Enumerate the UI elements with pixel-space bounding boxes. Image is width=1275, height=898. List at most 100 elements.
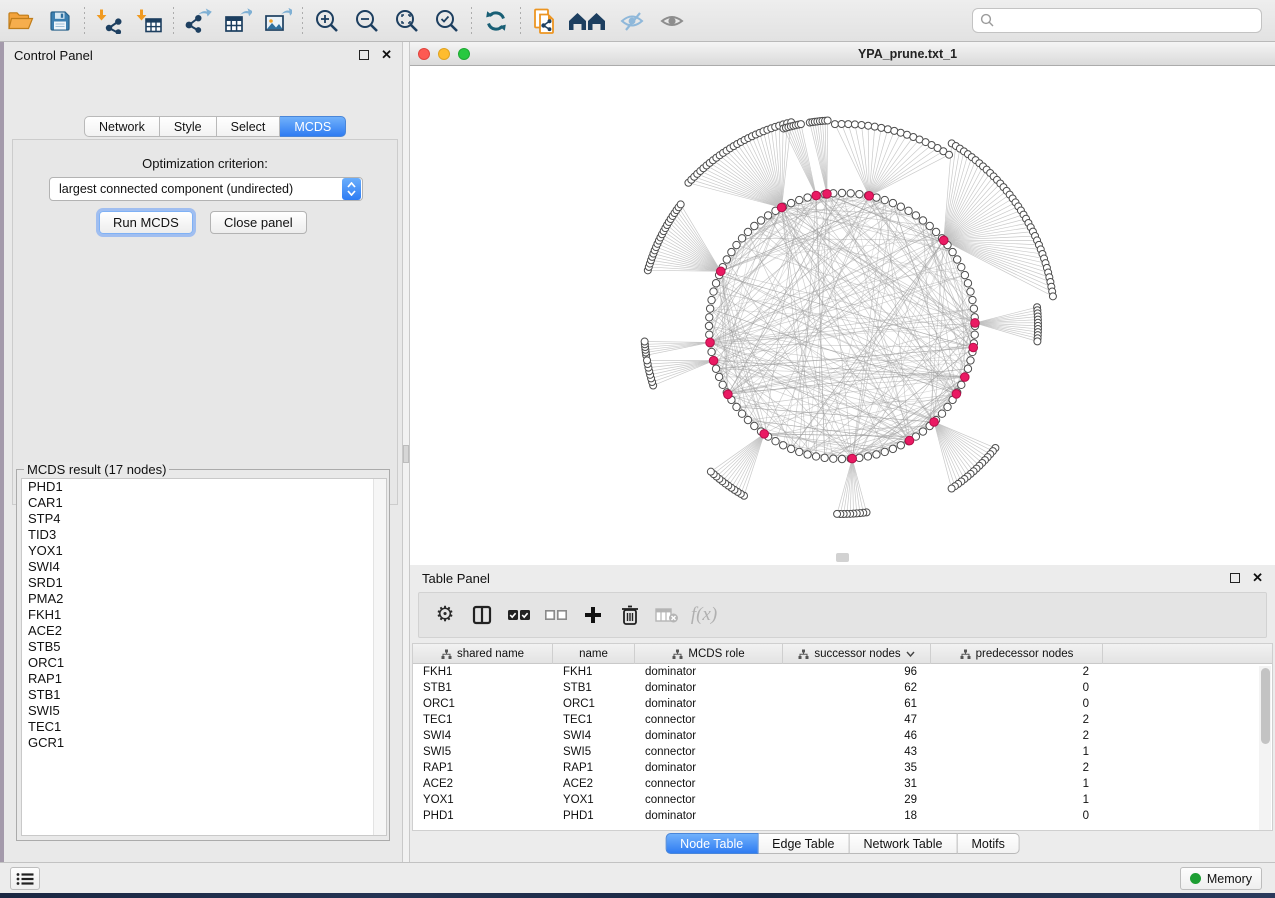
- graph-node[interactable]: [707, 468, 714, 475]
- cell-MCDS-role[interactable]: dominator: [635, 762, 783, 774]
- graph-node[interactable]: [677, 201, 684, 208]
- graph-node[interactable]: [881, 448, 888, 455]
- graph-node[interactable]: [932, 228, 939, 235]
- cell-name[interactable]: SWI5: [553, 746, 635, 758]
- graph-node[interactable]: [834, 510, 841, 517]
- optimization-criterion-select[interactable]: largest connected component (undirected): [49, 177, 363, 201]
- graph-node[interactable]: [919, 428, 926, 435]
- refresh-view-icon[interactable]: [476, 5, 516, 37]
- graph-node[interactable]: [1049, 293, 1056, 300]
- graph-node[interactable]: [751, 222, 758, 229]
- table-row[interactable]: PHD1PHD1dominator180: [413, 808, 1272, 824]
- graph-node[interactable]: [821, 454, 828, 461]
- graph-node[interactable]: [733, 403, 740, 410]
- graph-dominator-node[interactable]: [969, 343, 978, 352]
- graph-node[interactable]: [772, 437, 779, 444]
- cell-successor-nodes[interactable]: 62: [783, 682, 931, 694]
- table-row[interactable]: ORC1ORC1dominator610: [413, 696, 1272, 712]
- tab-edge-table[interactable]: Edge Table: [758, 833, 849, 854]
- table-row[interactable]: SWI4SWI4dominator462: [413, 728, 1272, 744]
- graph-node[interactable]: [706, 331, 713, 338]
- result-node-item[interactable]: ORC1: [22, 655, 386, 671]
- graph-node[interactable]: [912, 212, 919, 219]
- cell-shared-name[interactable]: ORC1: [413, 698, 553, 710]
- tab-mcds[interactable]: MCDS: [280, 116, 346, 137]
- memory-button[interactable]: Memory: [1180, 867, 1262, 890]
- network-canvas[interactable]: [410, 66, 1275, 565]
- save-session-icon[interactable]: [40, 5, 80, 37]
- hide-selected-icon[interactable]: [613, 5, 653, 37]
- graph-node[interactable]: [831, 121, 838, 128]
- result-node-item[interactable]: SRD1: [22, 575, 386, 591]
- close-table-panel-icon[interactable]: ✕: [1252, 573, 1263, 583]
- open-file-icon[interactable]: [0, 5, 40, 37]
- graph-node[interactable]: [744, 416, 751, 423]
- graph-node[interactable]: [796, 196, 803, 203]
- result-node-item[interactable]: FKH1: [22, 607, 386, 623]
- graph-node[interactable]: [838, 455, 845, 462]
- cell-shared-name[interactable]: RAP1: [413, 762, 553, 774]
- cell-name[interactable]: RAP1: [553, 762, 635, 774]
- graph-node[interactable]: [949, 248, 956, 255]
- graph-node[interactable]: [964, 365, 971, 372]
- column-header-predecessor-nodes[interactable]: predecessor nodes: [931, 644, 1103, 664]
- cell-shared-name[interactable]: FKH1: [413, 666, 553, 678]
- result-list-scrollbar[interactable]: [373, 479, 386, 835]
- graph-node[interactable]: [970, 305, 977, 312]
- tab-select[interactable]: Select: [217, 116, 281, 137]
- graph-node[interactable]: [961, 271, 968, 278]
- search-input[interactable]: [972, 8, 1262, 33]
- show-all-icon[interactable]: [653, 5, 693, 37]
- graph-node[interactable]: [967, 357, 974, 364]
- graph-node[interactable]: [719, 381, 726, 388]
- cell-successor-nodes[interactable]: 18: [783, 810, 931, 822]
- export-image-icon[interactable]: [258, 5, 298, 37]
- cell-name[interactable]: TEC1: [553, 714, 635, 726]
- graph-node[interactable]: [967, 288, 974, 295]
- cell-name[interactable]: YOX1: [553, 794, 635, 806]
- cell-name[interactable]: ACE2: [553, 778, 635, 790]
- graph-node[interactable]: [641, 338, 648, 345]
- graph-node[interactable]: [897, 203, 904, 210]
- tab-network[interactable]: Network: [84, 116, 160, 137]
- graph-node[interactable]: [905, 207, 912, 214]
- cell-predecessor-nodes[interactable]: 2: [931, 730, 1103, 742]
- graph-node[interactable]: [723, 256, 730, 263]
- graph-dominator-node[interactable]: [709, 356, 718, 365]
- result-node-item[interactable]: YOX1: [22, 543, 386, 559]
- graph-dominator-node[interactable]: [812, 191, 821, 200]
- graph-node[interactable]: [733, 241, 740, 248]
- column-header-successor-nodes[interactable]: successor nodes: [783, 644, 931, 664]
- window-close-icon[interactable]: [418, 48, 430, 60]
- graph-node[interactable]: [864, 453, 871, 460]
- cell-MCDS-role[interactable]: dominator: [635, 682, 783, 694]
- graph-node[interactable]: [1034, 338, 1041, 345]
- graph-node[interactable]: [804, 451, 811, 458]
- result-node-item[interactable]: TEC1: [22, 719, 386, 735]
- result-node-item[interactable]: GCR1: [22, 735, 386, 751]
- result-node-item[interactable]: SWI4: [22, 559, 386, 575]
- graph-node[interactable]: [946, 151, 953, 158]
- graph-node[interactable]: [851, 121, 858, 128]
- graph-node[interactable]: [744, 228, 751, 235]
- graph-node[interactable]: [865, 122, 872, 129]
- cell-successor-nodes[interactable]: 43: [783, 746, 931, 758]
- table-row[interactable]: ACE2ACE2connector311: [413, 776, 1272, 792]
- graph-node[interactable]: [845, 121, 852, 128]
- result-node-item[interactable]: STB5: [22, 639, 386, 655]
- first-neighbors-icon[interactable]: [565, 5, 613, 37]
- graph-node[interactable]: [889, 445, 896, 452]
- graph-node[interactable]: [812, 453, 819, 460]
- result-node-item[interactable]: PMA2: [22, 591, 386, 607]
- graph-node[interactable]: [891, 127, 898, 134]
- delete-column-icon[interactable]: [616, 601, 644, 629]
- result-node-item[interactable]: CAR1: [22, 495, 386, 511]
- graph-node[interactable]: [958, 263, 965, 270]
- cell-MCDS-role[interactable]: dominator: [635, 730, 783, 742]
- tab-motifs[interactable]: Motifs: [957, 833, 1019, 854]
- clone-network-icon[interactable]: [525, 5, 565, 37]
- cell-shared-name[interactable]: TEC1: [413, 714, 553, 726]
- result-node-item[interactable]: TID3: [22, 527, 386, 543]
- cell-predecessor-nodes[interactable]: 2: [931, 762, 1103, 774]
- cell-shared-name[interactable]: SWI5: [413, 746, 553, 758]
